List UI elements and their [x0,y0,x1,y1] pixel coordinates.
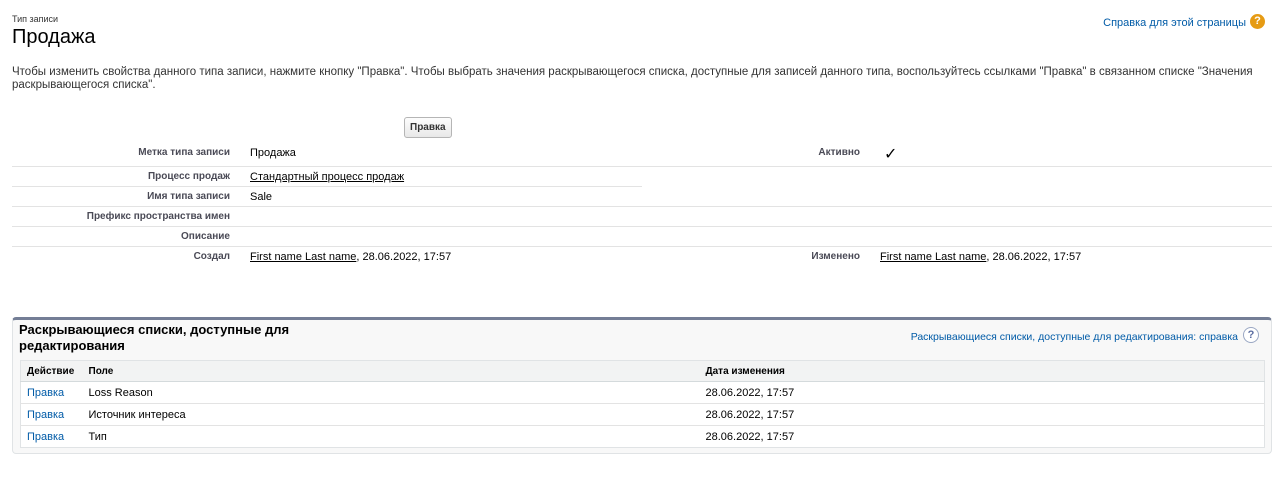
modified-cell: 28.06.2022, 17:57 [705,430,795,443]
modified-cell: 28.06.2022, 17:57 [699,381,1265,404]
help-icon[interactable]: ? [1250,14,1265,29]
record-type-label-label: Метка типа записи [138,147,230,158]
table-row: Правка Тип 28.06.2022, 17:57 [21,426,1265,448]
row-edit-link[interactable]: Правка [27,387,64,399]
modified-by-value: First name Last name, 28.06.2022, 17:57 [880,251,1081,263]
page-help-link[interactable]: Справка для этой страницы [1103,17,1246,29]
column-header-field: Поле [82,360,700,382]
record-type-label-value: Продажа [250,147,296,159]
sales-process-label: Процесс продаж [147,171,230,182]
action-cell: Правка [21,426,83,448]
separator [12,206,1272,207]
field-cell: Тип [88,430,107,443]
row-edit-link[interactable]: Правка [27,431,64,443]
field-cell: Источник интереса [82,403,700,426]
sales-process-value: Стандартный процесс продаж [250,171,404,183]
created-by-label: Создал [193,251,230,262]
separator [12,226,1272,227]
active-checkmark-icon: ✓ [884,146,898,163]
namespace-prefix-label: Префикс пространства имен [86,211,230,222]
intro-text: Чтобы изменить свойства данного типа зап… [12,66,1253,91]
modified-cell: 28.06.2022, 17:57 [699,403,1265,426]
picklists-table: Действие Поле Дата изменения Правка Loss… [20,360,1265,448]
modified-by-label: Изменено [811,251,860,262]
table-row: Правка Источник интереса 28.06.2022, 17:… [20,403,1265,426]
separator [12,186,642,187]
modified-date: , 28.06.2022, 17:57 [986,251,1082,263]
created-by-user-link[interactable]: First name Last name [250,251,356,263]
separator [12,166,1272,167]
action-cell: Правка [20,381,83,404]
page-title: Продажа [12,26,96,48]
active-label: Активно [818,147,860,158]
table-row: Правка Loss Reason 28.06.2022, 17:57 [20,381,1265,404]
editable-picklists-related-list: Раскрывающиеся списки, доступные для ред… [12,317,1272,454]
related-list-title: Раскрывающиеся списки, доступные для ред… [19,322,290,353]
table-header-row: Действие Поле Дата изменения [20,360,1265,382]
record-type-name-label: Имя типа записи [147,191,230,202]
related-list-help-link[interactable]: Раскрывающиеся списки, доступные для ред… [911,331,1238,343]
question-icon[interactable]: ? [1243,327,1259,343]
sales-process-link[interactable]: Стандартный процесс продаж [250,171,404,183]
row-edit-link[interactable]: Правка [27,409,64,421]
column-header-modified: Дата изменения [699,360,1265,382]
edit-button[interactable]: Правка [404,117,452,138]
modified-by-user-link[interactable]: First name Last name [880,251,986,263]
created-by-value: First name Last name, 28.06.2022, 17:57 [250,251,451,263]
separator [12,246,1272,247]
description-label: Описание [181,231,230,242]
created-date: , 28.06.2022, 17:57 [356,251,452,263]
field-cell: Loss Reason [82,381,700,404]
page-type-label: Тип записи [12,14,59,24]
action-cell: Правка [20,403,83,426]
column-header-action: Действие [20,360,83,382]
record-type-name-value: Sale [250,191,273,203]
